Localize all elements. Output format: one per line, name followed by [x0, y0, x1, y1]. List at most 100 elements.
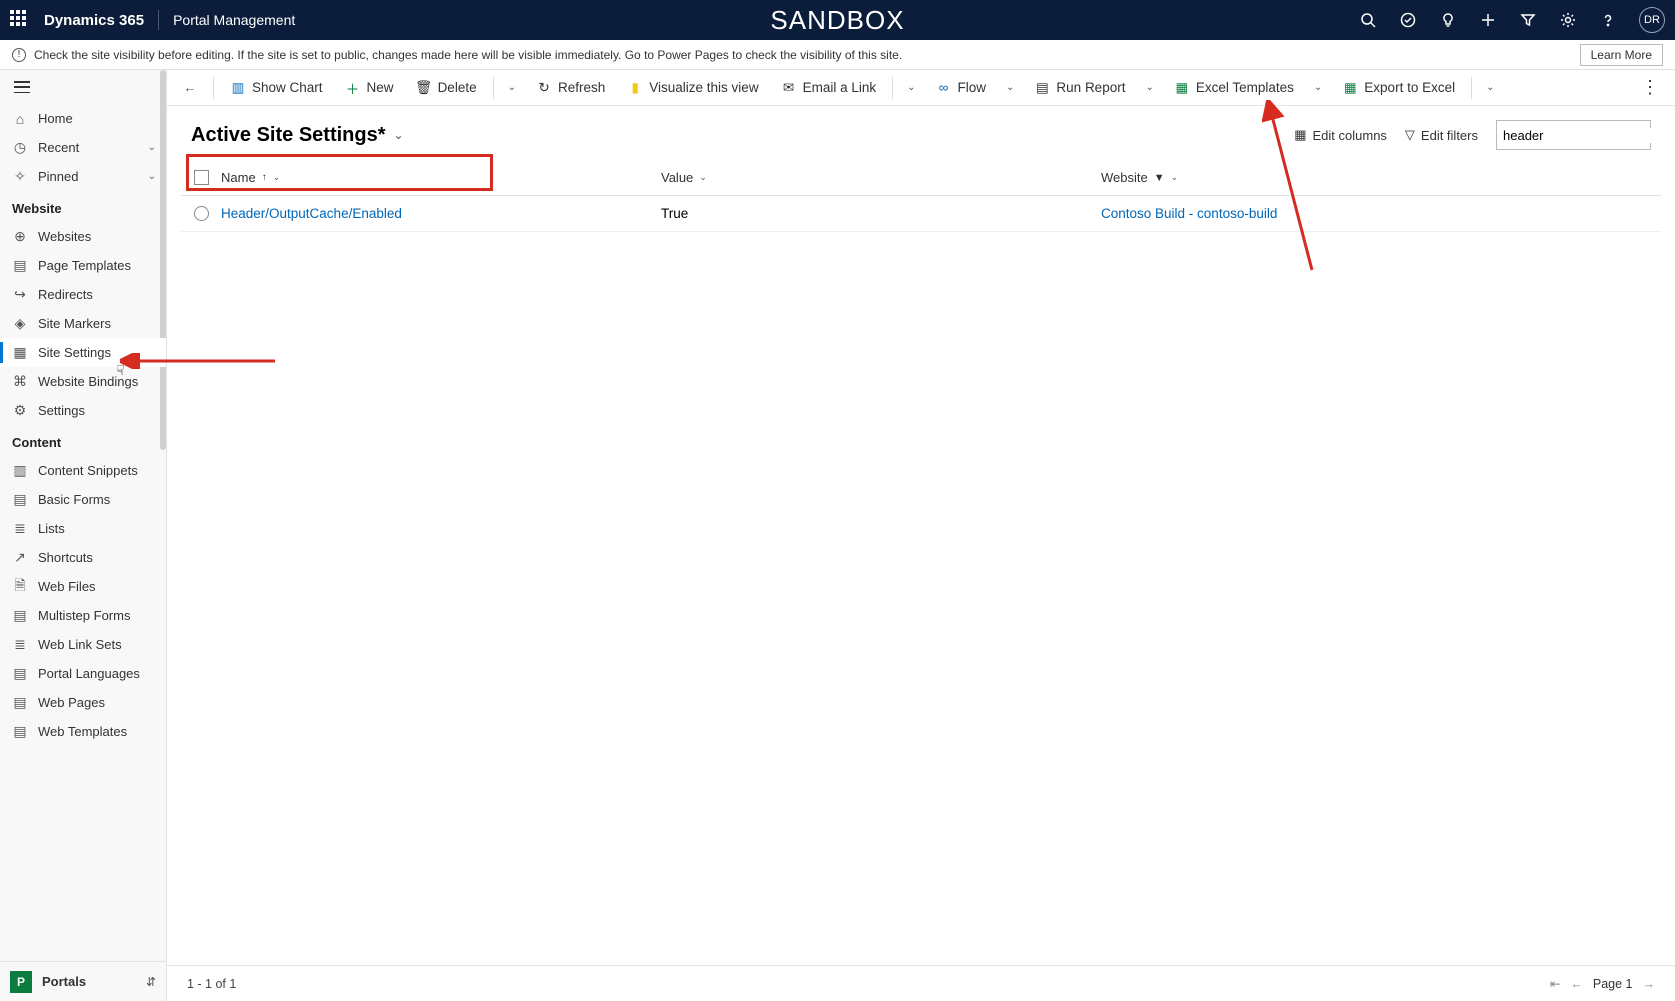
top-navbar: Dynamics 365 Portal Management SANDBOX D…	[0, 0, 1675, 40]
excel-templates-button[interactable]: ▦Excel Templates	[1168, 76, 1300, 100]
sidebar-collapse-button[interactable]	[0, 70, 166, 104]
cmd-label: Flow	[958, 80, 987, 95]
sidebar-item-label: Recent	[38, 140, 79, 155]
page-prev-button[interactable]: ←	[1570, 977, 1583, 991]
email-chevron[interactable]: ⌄	[903, 82, 919, 93]
sidebar-item-multistep-forms[interactable]: ▤Multistep Forms	[0, 601, 166, 630]
flow-chevron[interactable]: ⌄	[1002, 82, 1018, 93]
sidebar-item-label: Site Markers	[38, 316, 111, 331]
delete-chevron[interactable]: ⌄	[504, 82, 520, 93]
sidebar-item-web-pages[interactable]: ▤Web Pages	[0, 688, 166, 717]
sidebar-item-label: Web Pages	[38, 695, 105, 710]
chevron-updown-icon[interactable]: ⇵	[146, 975, 156, 989]
sidebar-item-label: Home	[38, 111, 73, 126]
sidebar-item-web-files[interactable]: 🗎Web Files	[0, 572, 166, 601]
sidebar-item-recent[interactable]: ◷Recent⌄	[0, 133, 166, 162]
sidebar-item-websites[interactable]: ⊕ Websites	[0, 222, 166, 251]
form-icon: ▤	[12, 492, 28, 508]
sidebar-item-label: Websites	[38, 229, 91, 244]
user-avatar[interactable]: DR	[1639, 7, 1665, 33]
search-input[interactable]	[1503, 128, 1675, 143]
plus-icon[interactable]	[1479, 11, 1497, 29]
app-launcher-icon[interactable]	[10, 10, 30, 30]
help-icon[interactable]	[1599, 11, 1617, 29]
powerbi-icon: ▮	[627, 80, 643, 96]
app-name[interactable]: Portal Management	[173, 12, 295, 28]
chevron-down-icon[interactable]: ⌄	[699, 172, 707, 183]
sidebar-item-page-templates[interactable]: ▤ Page Templates	[0, 251, 166, 280]
chart-icon: ▥	[230, 80, 246, 96]
report-chevron[interactable]: ⌄	[1141, 82, 1157, 93]
edit-filters-button[interactable]: ▽Edit filters	[1405, 127, 1478, 143]
page-first-button[interactable]: ⇤	[1550, 976, 1560, 991]
visualize-button[interactable]: ▮Visualize this view	[621, 76, 764, 100]
sidebar-item-content-snippets[interactable]: ▥Content Snippets	[0, 456, 166, 485]
chevron-down-icon[interactable]: ⌄	[148, 142, 156, 153]
globe-icon: ⊕	[12, 229, 28, 245]
marker-icon: ◈	[12, 316, 28, 332]
more-commands-button[interactable]: ⋮	[1635, 77, 1665, 98]
row-select[interactable]	[194, 206, 209, 221]
column-header-value[interactable]: Value ⌄	[661, 170, 1101, 185]
record-count: 1 - 1 of 1	[187, 977, 236, 991]
cmd-label: Run Report	[1056, 80, 1125, 95]
sidebar-item-settings[interactable]: ⚙Settings	[0, 396, 166, 425]
sidebar: ⌂Home ◷Recent⌄ ✧Pinned⌄ Website ⊕Website…	[0, 70, 167, 1001]
back-button[interactable]: ←	[177, 75, 203, 101]
search-box[interactable]: ✕	[1496, 120, 1651, 150]
sidebar-footer[interactable]: P Portals ⇵	[0, 961, 166, 1001]
show-chart-button[interactable]: ▥Show Chart	[224, 76, 329, 100]
export-excel-button[interactable]: ▦Export to Excel	[1336, 76, 1461, 100]
brand-label[interactable]: Dynamics 365	[44, 12, 144, 29]
data-grid: Name↑⌄ Value ⌄ Website▼⌄ Header/OutputCac…	[167, 160, 1675, 232]
table-row[interactable]: Header/OutputCache/Enabled True Contoso …	[181, 196, 1661, 232]
gear-icon[interactable]	[1559, 11, 1577, 29]
row-name-link[interactable]: Header/OutputCache/Enabled	[221, 206, 402, 221]
page-next-button[interactable]: →	[1643, 977, 1656, 991]
refresh-button[interactable]: ↻Refresh	[530, 76, 611, 100]
view-selector-chevron[interactable]: ⌄	[394, 128, 404, 142]
home-icon: ⌂	[12, 111, 28, 127]
lightbulb-icon[interactable]	[1439, 11, 1457, 29]
page-icon: ▤	[12, 258, 28, 274]
search-icon[interactable]	[1359, 11, 1377, 29]
sidebar-item-basic-forms[interactable]: ▤Basic Forms	[0, 485, 166, 514]
sidebar-item-lists[interactable]: ≣Lists	[0, 514, 166, 543]
run-report-button[interactable]: ▤Run Report	[1028, 76, 1131, 100]
sidebar-item-redirects[interactable]: ↪Redirects	[0, 280, 166, 309]
flow-button[interactable]: ∞Flow	[930, 76, 993, 100]
col-label: Website	[1101, 170, 1148, 185]
learn-more-button[interactable]: Learn More	[1580, 44, 1663, 66]
sidebar-item-portal-languages[interactable]: ▤Portal Languages	[0, 659, 166, 688]
column-header-name[interactable]: Name↑⌄	[221, 170, 661, 185]
cmd-label: Refresh	[558, 80, 605, 95]
sidebar-item-web-templates[interactable]: ▤Web Templates	[0, 717, 166, 746]
chevron-down-icon[interactable]: ⌄	[148, 171, 156, 182]
sidebar-item-label: Web Templates	[38, 724, 127, 739]
sidebar-item-website-bindings[interactable]: ⌘Website Bindings	[0, 367, 166, 396]
delete-button[interactable]: 🗑Delete	[410, 76, 483, 100]
sidebar-item-label: Page Templates	[38, 258, 131, 273]
column-header-website[interactable]: Website▼⌄	[1101, 170, 1661, 185]
sidebar-item-site-markers[interactable]: ◈ Site Markers	[0, 309, 166, 338]
chevron-down-icon[interactable]: ⌄	[1171, 172, 1179, 183]
email-link-button[interactable]: ✉Email a Link	[775, 76, 883, 100]
status-bar: 1 - 1 of 1 ⇤ ← Page 1 →	[167, 965, 1675, 1001]
chevron-down-icon[interactable]: ⌄	[273, 172, 281, 183]
row-website-link[interactable]: Contoso Build - contoso-build	[1101, 206, 1277, 221]
export-chevron[interactable]: ⌄	[1482, 82, 1498, 93]
binding-icon: ⌘	[12, 374, 28, 390]
sidebar-item-shortcuts[interactable]: ↗Shortcuts	[0, 543, 166, 572]
edit-columns-button[interactable]: ▦Edit columns	[1294, 127, 1387, 143]
sidebar-item-home[interactable]: ⌂ Home	[0, 104, 166, 133]
select-all-checkbox[interactable]	[194, 170, 209, 185]
task-icon[interactable]	[1399, 11, 1417, 29]
new-button[interactable]: ＋New	[339, 76, 400, 100]
sidebar-item-web-link-sets[interactable]: ≣Web Link Sets	[0, 630, 166, 659]
excel-templates-chevron[interactable]: ⌄	[1310, 82, 1326, 93]
sidebar-item-site-settings[interactable]: ▦Site Settings	[0, 338, 166, 367]
col-label: Value	[661, 170, 693, 185]
sidebar-item-pinned[interactable]: ✧Pinned⌄	[0, 162, 166, 191]
view-title[interactable]: Active Site Settings*	[191, 124, 386, 147]
filter-icon[interactable]	[1519, 11, 1537, 29]
